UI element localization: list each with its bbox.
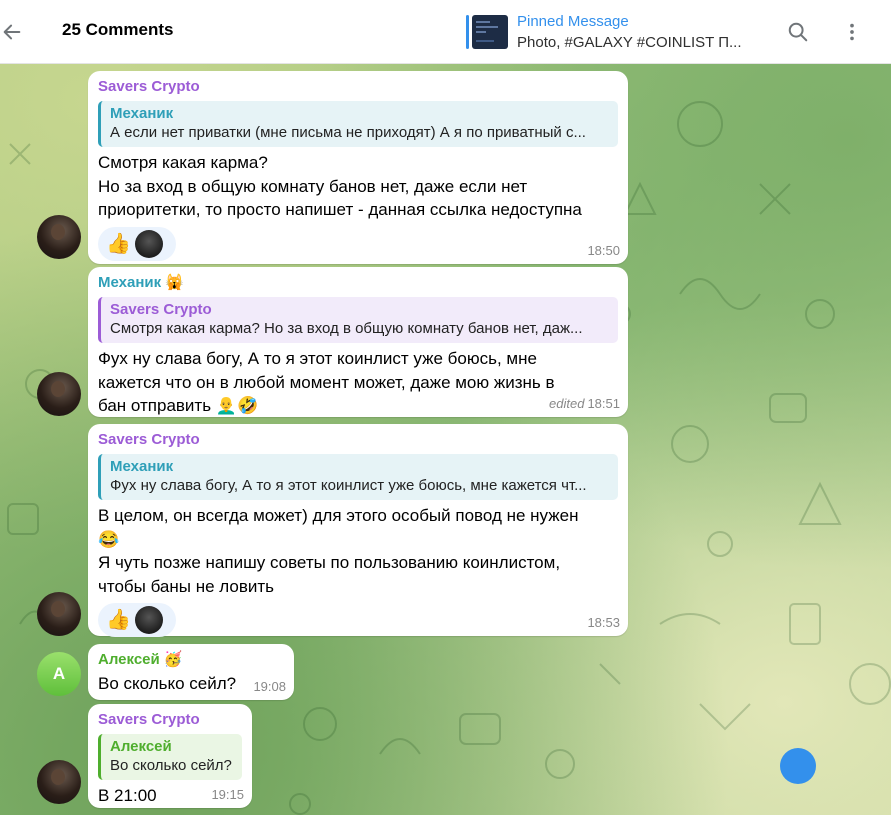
sender-status-emoji: 🙀 (165, 274, 184, 291)
edited-label: edited (549, 396, 585, 411)
pinned-thumbnail (472, 15, 508, 49)
message-text: Фух ну слава богу, А то я этот коинлист … (98, 349, 555, 415)
thumbs-up-icon: 👍 (106, 232, 131, 255)
reaction-chip[interactable]: 👍 (98, 226, 176, 261)
search-button[interactable] (782, 16, 814, 48)
reply-author: Алексей (110, 738, 172, 755)
message-bubble: Savers Crypto Алексей Во сколько сейл? В… (88, 704, 252, 808)
reply-text: Смотря какая карма? Но за вход в общую к… (110, 320, 583, 337)
message-time: 18:50 (587, 243, 620, 258)
message-time: 19:15 (211, 787, 244, 802)
message-time: 18:53 (587, 615, 620, 630)
avatar-aleksey[interactable]: A (37, 652, 81, 696)
sender-name[interactable]: Savers Crypto (98, 430, 618, 450)
search-icon (788, 22, 808, 42)
back-button[interactable] (0, 14, 24, 50)
avatar-mechanic[interactable] (37, 372, 81, 416)
message-bubble: Savers Crypto Механик Фух ну слава богу,… (88, 424, 628, 637)
more-button[interactable] (836, 16, 868, 48)
avatar-savers-crypto[interactable] (37, 592, 81, 636)
message-time: 19:08 (253, 679, 286, 694)
chat-area[interactable]: Savers Crypto Механик А если нет приватк… (0, 64, 891, 815)
reply-quote[interactable]: Алексей Во сколько сейл? (98, 734, 242, 780)
reaction-chip[interactable]: 👍 (98, 603, 176, 637)
reply-author: Механик (110, 458, 174, 475)
reactor-avatar (134, 229, 163, 258)
avatar-savers-crypto[interactable] (37, 215, 81, 259)
sender-name[interactable]: Savers Crypto (98, 710, 242, 730)
pinned-text: Photo, #GALAXY #COINLIST П... (517, 34, 742, 51)
sender-name[interactable]: Механик 🙀 (98, 273, 618, 293)
sender-status-emoji: 🥳 (163, 651, 183, 668)
reply-text: А если нет приватки (мне письма не прихо… (110, 124, 586, 141)
sender-name[interactable]: Алексей 🥳 (98, 650, 284, 670)
message-bubble: Механик 🙀 Savers Crypto Смотря какая кар… (88, 267, 628, 417)
reply-text: Фух ну слава богу, А то я этот коинлист … (110, 477, 587, 494)
message-text: В целом, он всегда может) для этого особ… (98, 506, 579, 596)
reply-quote[interactable]: Механик А если нет приватки (мне письма … (98, 101, 618, 147)
message-bubble: Savers Crypto Механик А если нет приватк… (88, 71, 628, 264)
message-time: edited 18:51 (549, 396, 620, 411)
page-title: 25 Comments (62, 20, 174, 39)
sender-name[interactable]: Savers Crypto (98, 77, 618, 97)
message-text: Смотря какая карма? Но за вход в общую к… (98, 153, 582, 219)
reply-quote[interactable]: Savers Crypto Смотря какая карма? Но за … (98, 297, 618, 343)
pinned-title: Pinned Message (517, 13, 629, 30)
reply-text: Во сколько сейл? (110, 757, 232, 774)
pinned-indicator (466, 15, 469, 49)
reactor-avatar (134, 606, 163, 634)
reply-author: Savers Crypto (110, 301, 212, 318)
avatar-savers-crypto[interactable] (37, 760, 81, 804)
scroll-down-button[interactable] (780, 748, 816, 784)
pinned-message[interactable]: Pinned Message Photo, #GALAXY #COINLIST … (466, 11, 756, 53)
chat-header: 25 Comments Pinned Message Photo, #GALAX… (0, 0, 891, 64)
reply-quote[interactable]: Механик Фух ну слава богу, А то я этот к… (98, 454, 618, 500)
arrow-left-icon (3, 24, 21, 40)
more-vertical-icon (850, 23, 854, 41)
thumbs-up-icon: 👍 (106, 609, 131, 631)
reply-author: Механик (110, 105, 174, 122)
message-bubble: Алексей 🥳 Во сколько сейл? 19:08 (88, 644, 294, 700)
